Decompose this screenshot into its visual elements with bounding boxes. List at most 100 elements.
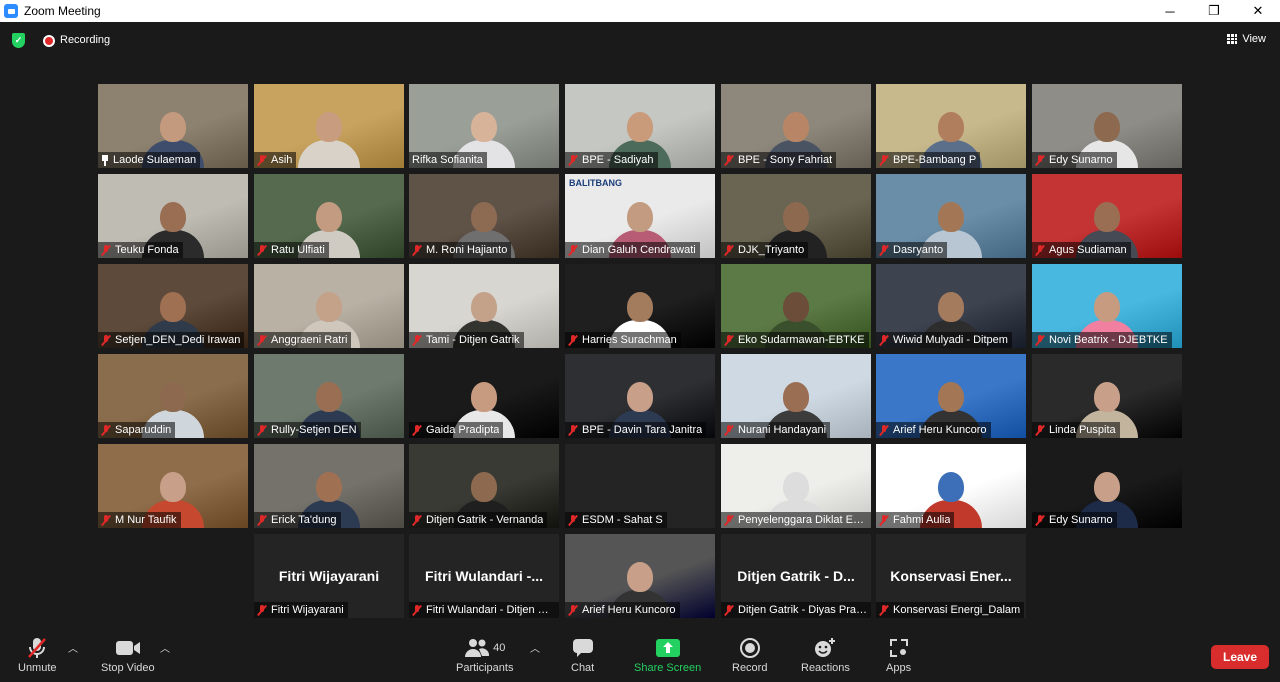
participant-tile[interactable]: Rully-Setjen DEN	[254, 354, 404, 438]
slide-header-text: BALITBANG	[569, 178, 622, 188]
participant-tile[interactable]: BPE-Bambang P	[876, 84, 1026, 168]
participant-tile[interactable]: BPE - Sony Fahriat	[721, 84, 871, 168]
participant-name: Novi Beatrix - DJEBTKE	[1049, 334, 1168, 346]
minimize-button[interactable]: ─	[1148, 0, 1192, 22]
mic-muted-icon	[25, 636, 49, 660]
recording-icon	[43, 35, 55, 47]
participant-tile[interactable]: Edy Sunarno	[1032, 84, 1182, 168]
participant-tile[interactable]: Erick Ta'dung	[254, 444, 404, 528]
recording-label: Recording	[60, 34, 111, 46]
encryption-shield-icon[interactable]: ✓	[12, 33, 25, 48]
participant-tile[interactable]: Teuku Fonda	[98, 174, 248, 258]
participant-name: BPE - Davin Tara Janitra	[582, 424, 703, 436]
participant-nametag: ESDM - Sahat S	[565, 512, 667, 528]
participant-tile[interactable]: BALITBANG Dian Galuh Cendrawati	[565, 174, 715, 258]
participant-name: Edy Sunarno	[1049, 514, 1113, 526]
participant-nametag: Fahmi Aulia	[876, 512, 955, 528]
participant-tile[interactable]: Wiwid Mulyadi - Ditpem	[876, 264, 1026, 348]
participant-tile[interactable]: Anggraeni Ratri	[254, 264, 404, 348]
participant-tile[interactable]: M. Roni Hajianto	[409, 174, 559, 258]
participant-nametag: Asih	[254, 152, 297, 168]
participant-tile[interactable]: ESDM - Sahat S	[565, 444, 715, 528]
muted-mic-icon	[724, 244, 734, 256]
leave-button[interactable]: Leave	[1211, 645, 1269, 669]
muted-mic-icon	[724, 424, 734, 436]
participant-figure	[298, 106, 360, 168]
participant-tile[interactable]: M Nur Taufik	[98, 444, 248, 528]
participant-tile[interactable]: Eko Sudarmawan-EBTKE	[721, 264, 871, 348]
muted-mic-icon	[724, 154, 734, 166]
participant-nametag: Edy Sunarno	[1032, 152, 1117, 168]
pin-icon	[101, 154, 109, 166]
participant-nametag: Tami - Ditjen Gatrik	[409, 332, 524, 348]
reactions-button[interactable]: Reactions	[801, 636, 850, 674]
participant-name: Rully-Setjen DEN	[271, 424, 357, 436]
participant-tile[interactable]: Laode Sulaeman	[98, 84, 248, 168]
participant-name: Erick Ta'dung	[271, 514, 337, 526]
stop-video-button[interactable]: Stop Video	[101, 636, 155, 674]
participant-tile[interactable]: Harries Surachman	[565, 264, 715, 348]
muted-mic-icon	[257, 334, 267, 346]
participant-tile[interactable]: Saparuddin	[98, 354, 248, 438]
audio-options-chevron-icon[interactable]: ︿	[68, 640, 78, 655]
participant-name: BPE-Bambang P	[893, 154, 977, 166]
restore-button[interactable]: ❐	[1192, 0, 1236, 22]
participant-tile[interactable]: Gaida Pradipta	[409, 354, 559, 438]
zoom-app-icon	[4, 4, 18, 18]
participant-nametag: Nurani Handayani	[721, 422, 831, 438]
participant-tile[interactable]: Rifka Sofianita	[409, 84, 559, 168]
participant-tile[interactable]: Nurani Handayani	[721, 354, 871, 438]
chat-button[interactable]: Chat	[571, 636, 594, 674]
muted-mic-icon	[101, 424, 111, 436]
participant-name: Ditjen Gatrik - Vernanda	[426, 514, 544, 526]
participant-tile[interactable]: Novi Beatrix - DJEBTKE	[1032, 264, 1182, 348]
record-button[interactable]: Record	[732, 636, 767, 674]
participant-display-name: Ditjen Gatrik - D...	[737, 568, 855, 584]
participant-name: Gaida Pradipta	[426, 424, 500, 436]
participant-tile[interactable]: Setjen_DEN_Dedi Irawan	[98, 264, 248, 348]
muted-mic-icon	[101, 244, 111, 256]
muted-mic-icon	[724, 514, 734, 526]
apps-label: Apps	[886, 662, 912, 674]
close-button[interactable]: ✕	[1236, 0, 1280, 22]
participant-tile[interactable]: Asih	[254, 84, 404, 168]
participant-tile[interactable]: Linda Puspita	[1032, 354, 1182, 438]
participant-tile[interactable]: Ratu Ulfiati	[254, 174, 404, 258]
participant-tile[interactable]: Konservasi Ener... Konservasi Energi_Dala…	[876, 534, 1026, 618]
participant-nametag: Eko Sudarmawan-EBTKE	[721, 332, 869, 348]
view-button[interactable]: View	[1227, 33, 1266, 45]
participant-tile[interactable]: Edy Sunarno	[1032, 444, 1182, 528]
participants-options-chevron-icon[interactable]: ︿	[530, 640, 540, 655]
participant-tile[interactable]: Ditjen Gatrik - D... Ditjen Gatrik - Diya…	[721, 534, 871, 618]
participant-nametag: Laode Sulaeman	[98, 152, 201, 168]
participant-tile[interactable]: Arief Heru Kuncoro	[565, 534, 715, 618]
participant-tile[interactable]: Fitri Wulandari -... Fitri Wulandari - Di…	[409, 534, 559, 618]
participant-name: BPE - Sadiyah	[582, 154, 654, 166]
participant-tile[interactable]: Tami - Ditjen Gatrik	[409, 264, 559, 348]
muted-mic-icon	[724, 334, 734, 346]
participant-nametag: Edy Sunarno	[1032, 512, 1117, 528]
participants-button[interactable]: 40 Participants	[456, 636, 513, 674]
participant-tile[interactable]: Arief Heru Kuncoro	[876, 354, 1026, 438]
participant-nametag: Novi Beatrix - DJEBTKE	[1032, 332, 1172, 348]
participant-nametag: Setjen_DEN_Dedi Irawan	[98, 332, 245, 348]
muted-mic-icon	[879, 154, 889, 166]
participant-nametag: Arief Heru Kuncoro	[565, 602, 680, 618]
muted-mic-icon	[1035, 514, 1045, 526]
participant-name: Saparuddin	[115, 424, 172, 436]
participant-tile[interactable]: Fahmi Aulia	[876, 444, 1026, 528]
video-options-chevron-icon[interactable]: ︿	[160, 640, 170, 655]
unmute-button[interactable]: Unmute	[18, 636, 57, 674]
participant-tile[interactable]: Agus Sudiaman	[1032, 174, 1182, 258]
share-screen-label: Share Screen	[634, 662, 702, 674]
participant-tile[interactable]: BPE - Sadiyah	[565, 84, 715, 168]
participant-tile[interactable]: Fitri Wijayarani Fitri Wijayarani	[254, 534, 404, 618]
share-screen-button[interactable]: Share Screen	[634, 636, 701, 674]
participant-tile[interactable]: Dasryanto	[876, 174, 1026, 258]
participant-tile[interactable]: DJK_Triyanto	[721, 174, 871, 258]
apps-button[interactable]: Apps	[886, 636, 911, 674]
participant-tile[interactable]: Penyelenggara Diklat EBTKE	[721, 444, 871, 528]
participant-tile[interactable]: BPE - Davin Tara Janitra	[565, 354, 715, 438]
participant-nametag: Ratu Ulfiati	[254, 242, 329, 258]
participant-tile[interactable]: Ditjen Gatrik - Vernanda	[409, 444, 559, 528]
